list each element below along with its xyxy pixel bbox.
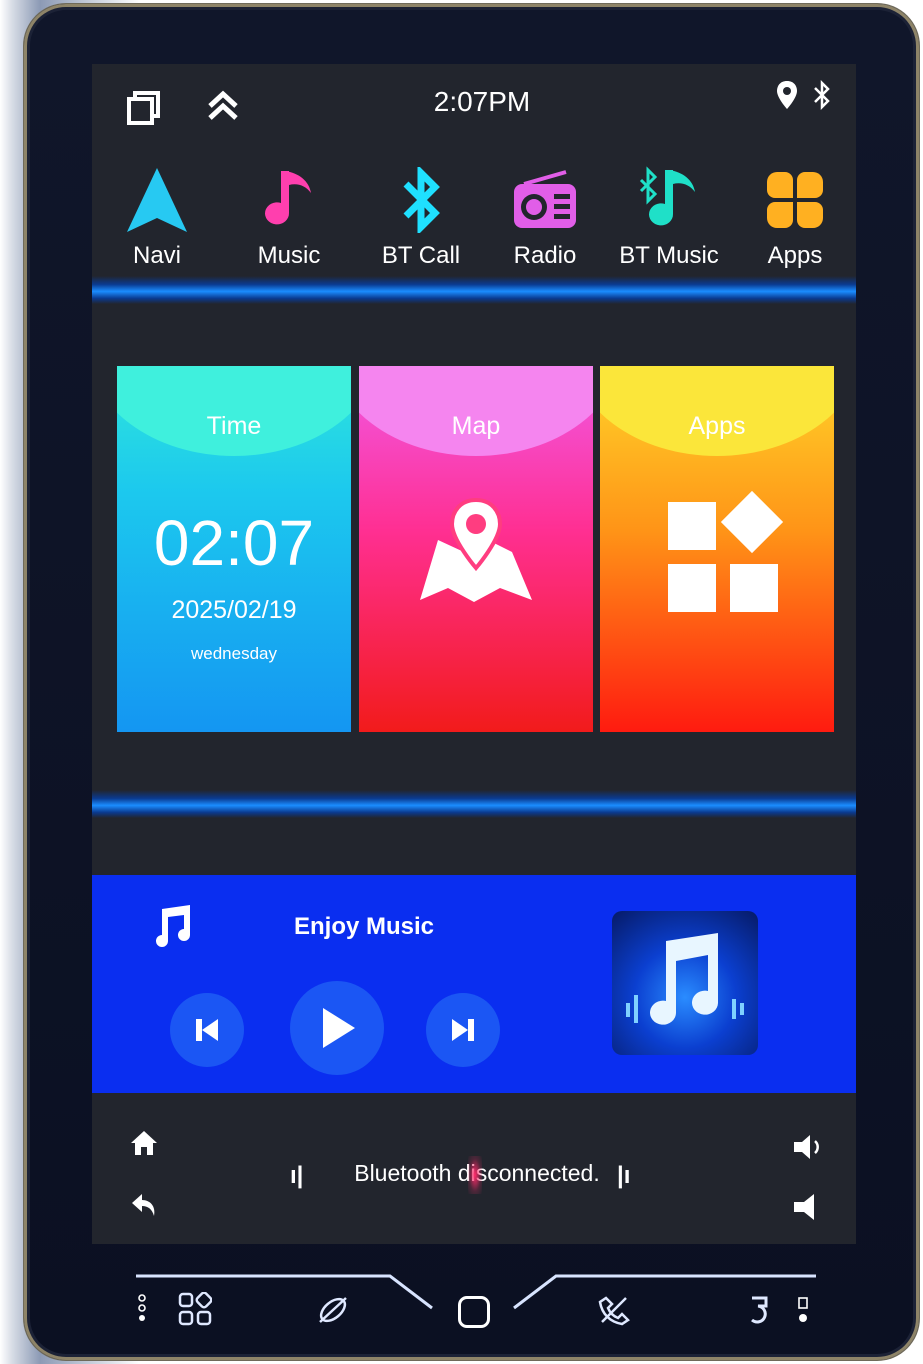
audio-bars-right: |ı xyxy=(617,1162,631,1189)
home-icon[interactable] xyxy=(130,1130,158,1156)
next-button[interactable] xyxy=(426,993,500,1067)
app-label: Radio xyxy=(513,242,577,269)
apps-grid-icon[interactable] xyxy=(178,1292,212,1326)
music-title: Enjoy Music xyxy=(294,913,435,940)
app-grid-icon xyxy=(668,490,784,612)
home-button-icon[interactable] xyxy=(458,1296,490,1328)
app-music[interactable]: Music xyxy=(234,164,344,270)
mic-icon[interactable] xyxy=(136,1294,148,1324)
cursor-marker xyxy=(468,1156,482,1194)
rst-icon[interactable] xyxy=(796,1296,810,1326)
head-unit-screen: 2:07PM Navi Music BT Call Radio BT Music… xyxy=(92,64,856,1244)
clover-apps-icon xyxy=(767,172,823,228)
music-note-icon xyxy=(265,171,311,225)
card-title: Map xyxy=(451,412,501,440)
recent-apps-icon[interactable] xyxy=(126,90,162,126)
music-widget[interactable]: Enjoy Music xyxy=(92,875,856,1093)
no-call-icon[interactable] xyxy=(598,1294,630,1326)
previous-button[interactable] xyxy=(170,993,244,1067)
volume-up-icon[interactable] xyxy=(792,1134,826,1160)
bluetooth-icon xyxy=(814,80,830,110)
time-card-clock: 02:07 xyxy=(153,507,315,579)
music-note-icon xyxy=(156,905,190,947)
card-header xyxy=(359,366,593,456)
app-label: BT Call xyxy=(381,242,461,269)
app-apps[interactable]: Apps xyxy=(740,164,850,270)
navigation-arrow-icon xyxy=(127,168,187,232)
time-card-weekday: wednesday xyxy=(190,644,277,663)
radio-icon xyxy=(514,170,576,228)
double-chevron-up-icon[interactable] xyxy=(206,88,240,122)
card-header xyxy=(117,366,351,456)
time-card[interactable]: Time 02:07 2025/02/19 wednesday xyxy=(117,366,351,732)
map-card[interactable]: Map xyxy=(359,366,593,732)
card-header xyxy=(600,366,834,456)
satellite-icon[interactable] xyxy=(316,1294,350,1326)
divider-glow-top xyxy=(92,276,856,304)
volume-down-icon[interactable] xyxy=(792,1192,822,1222)
return-icon[interactable] xyxy=(744,1294,774,1326)
app-radio[interactable]: Radio xyxy=(490,164,600,270)
previous-icon xyxy=(196,1019,218,1041)
next-icon xyxy=(452,1019,474,1041)
app-label: BT Music xyxy=(619,242,719,269)
app-label: Navi xyxy=(132,242,181,269)
app-navi[interactable]: Navi xyxy=(102,164,212,270)
album-art xyxy=(612,911,758,1055)
bt-music-icon xyxy=(639,166,695,226)
card-title: Apps xyxy=(688,412,746,440)
app-label: Music xyxy=(257,242,321,269)
app-label: Apps xyxy=(767,242,823,269)
divider-glow-bottom xyxy=(92,790,856,818)
app-bt-music[interactable]: BT Music xyxy=(614,164,724,270)
time-card-date: 2025/02/19 xyxy=(171,596,297,624)
apps-card[interactable]: Apps xyxy=(600,366,834,732)
app-bt-call[interactable]: BT Call xyxy=(366,164,476,270)
back-icon[interactable] xyxy=(130,1192,158,1218)
play-icon xyxy=(323,1008,355,1048)
album-art-icon xyxy=(626,933,744,1025)
map-pin-icon xyxy=(420,497,532,602)
bluetooth-icon xyxy=(403,167,440,233)
location-pin-icon xyxy=(777,81,797,109)
card-title: Time xyxy=(206,412,262,440)
status-clock: 2:07PM xyxy=(433,86,531,117)
play-button[interactable] xyxy=(290,981,384,1075)
